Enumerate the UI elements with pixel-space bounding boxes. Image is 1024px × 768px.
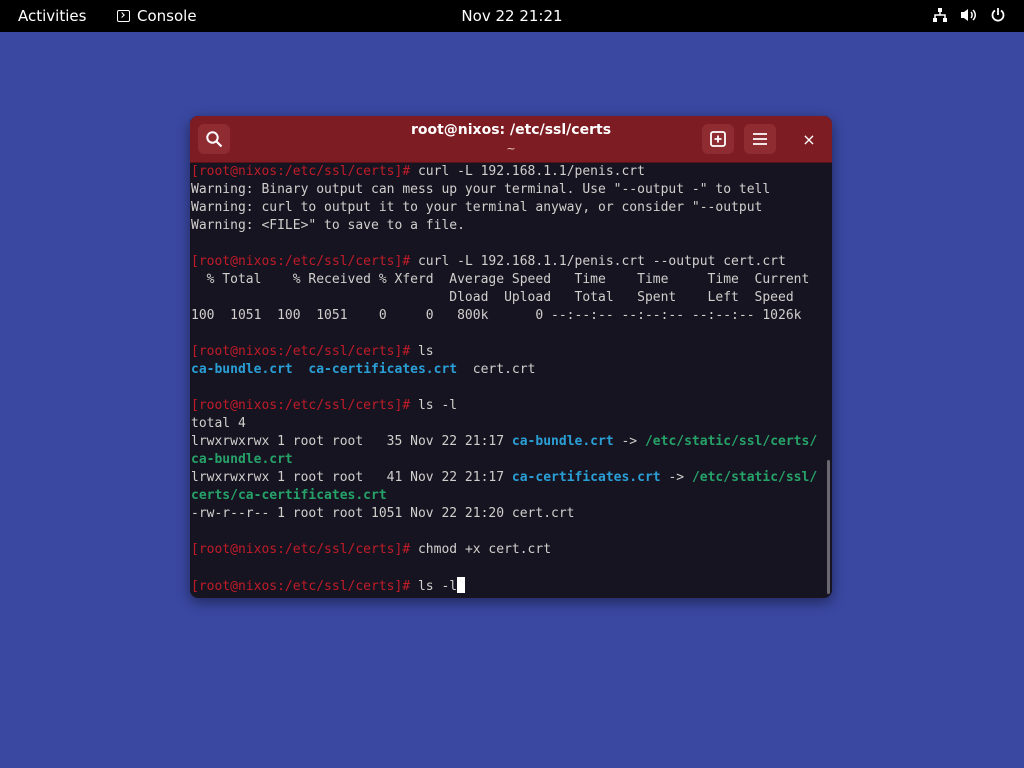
symlink-target: /etc/static/ssl/ [691,470,818,485]
terminal-line: [root@nixos:/etc/ssl/certs]# ls -l [191,397,832,415]
shell-prompt: [root@nixos:/etc/ssl/certs]# [191,344,411,359]
output-text: -> [613,434,645,449]
clock[interactable]: Nov 22 21:21 [0,7,1024,25]
terminal-output[interactable]: [root@nixos:/etc/ssl/certs]# curl -L 192… [191,163,832,598]
output-text: -> [660,470,692,485]
hamburger-icon [753,133,767,145]
terminal-line: [root@nixos:/etc/ssl/certs]# ls [191,343,832,361]
shell-prompt: [root@nixos:/etc/ssl/certs]# [191,542,411,557]
terminal-line: % Total % Received % Xferd Average Speed… [191,272,810,287]
command-text: curl -L 192.168.1.1/penis.crt --output c… [410,254,786,269]
close-button[interactable]: × [793,124,825,154]
output-text: lrwxrwxrwx 1 root root 41 Nov 22 21:17 [191,470,512,485]
shell-prompt: [root@nixos:/etc/ssl/certs]# [191,164,411,179]
terminal-line: -rw-r--r-- 1 root root 1051 Nov 22 21:20… [191,506,575,521]
command-text: curl -L 192.168.1.1/penis.crt [410,164,645,179]
command-text: ls -l [410,398,458,413]
shell-prompt: [root@nixos:/etc/ssl/certs]# [191,398,411,413]
symlink-name: ca-certificates.crt [511,470,661,485]
terminal-line: [root@nixos:/etc/ssl/certs]# ls -l [191,577,832,595]
main-menu-button[interactable] [744,124,776,154]
top-bar: Activities Console Nov 22 21:21 [0,0,1024,32]
symlink-target: ca-bundle.crt [191,452,293,467]
scrollbar[interactable] [827,460,830,594]
terminal-line: [root@nixos:/etc/ssl/certs]# curl -L 192… [191,163,832,181]
symlink-name: ca-bundle.crt [191,362,293,377]
system-tray[interactable] [932,7,1006,23]
symlink-target: certs/ca-certificates.crt [191,488,387,503]
shell-prompt: [root@nixos:/etc/ssl/certs]# [191,579,411,594]
terminal-line: lrwxrwxrwx 1 root root 41 Nov 22 21:17 c… [191,469,832,487]
terminal-line: ca-bundle.crt [191,451,832,469]
terminal-line: lrwxrwxrwx 1 root root 35 Nov 22 21:17 c… [191,433,832,451]
close-icon: × [802,129,816,149]
volume-icon[interactable] [960,7,978,23]
terminal-line: 100 1051 100 1051 0 0 800k 0 --:--:-- --… [191,308,802,323]
terminal-window: root@nixos: /etc/ssl/certs ~ × [root@nix… [190,116,832,598]
terminal-line: Dload Upload Total Spent Left Speed [191,290,794,305]
network-icon[interactable] [932,7,948,23]
command-text: chmod +x cert.crt [410,542,552,557]
symlink-target: /etc/static/ssl/certs/ [644,434,818,449]
terminal-line: certs/ca-certificates.crt [191,487,832,505]
terminal-line: Warning: Binary output can mess up your … [191,182,771,197]
text-cursor [457,577,466,593]
new-tab-icon [710,131,726,147]
symlink-name: ca-bundle.crt [511,434,614,449]
shell-prompt: [root@nixos:/etc/ssl/certs]# [191,254,411,269]
symlink-name: ca-certificates.crt [308,362,458,377]
terminal-line: Warning: curl to output it to your termi… [191,200,763,215]
terminal-line: ca-bundle.crt ca-certificates.crt cert.c… [191,361,832,379]
command-text: ls [410,344,434,359]
new-tab-button[interactable] [702,124,734,154]
output-text: cert.crt [457,362,536,377]
output-text: lrwxrwxrwx 1 root root 35 Nov 22 21:17 [191,434,512,449]
window-subtitle: ~ [506,142,516,155]
header-bar[interactable]: root@nixos: /etc/ssl/certs ~ × [190,116,832,163]
terminal-line: total 4 [191,416,246,431]
window-title: root@nixos: /etc/ssl/certs [410,122,612,138]
power-icon[interactable] [990,7,1006,23]
terminal-line: Warning: <FILE>" to save to a file. [191,218,465,233]
command-text: ls -l [410,579,458,594]
terminal-line: [root@nixos:/etc/ssl/certs]# chmod +x ce… [191,541,832,559]
terminal-line: [root@nixos:/etc/ssl/certs]# curl -L 192… [191,253,832,271]
